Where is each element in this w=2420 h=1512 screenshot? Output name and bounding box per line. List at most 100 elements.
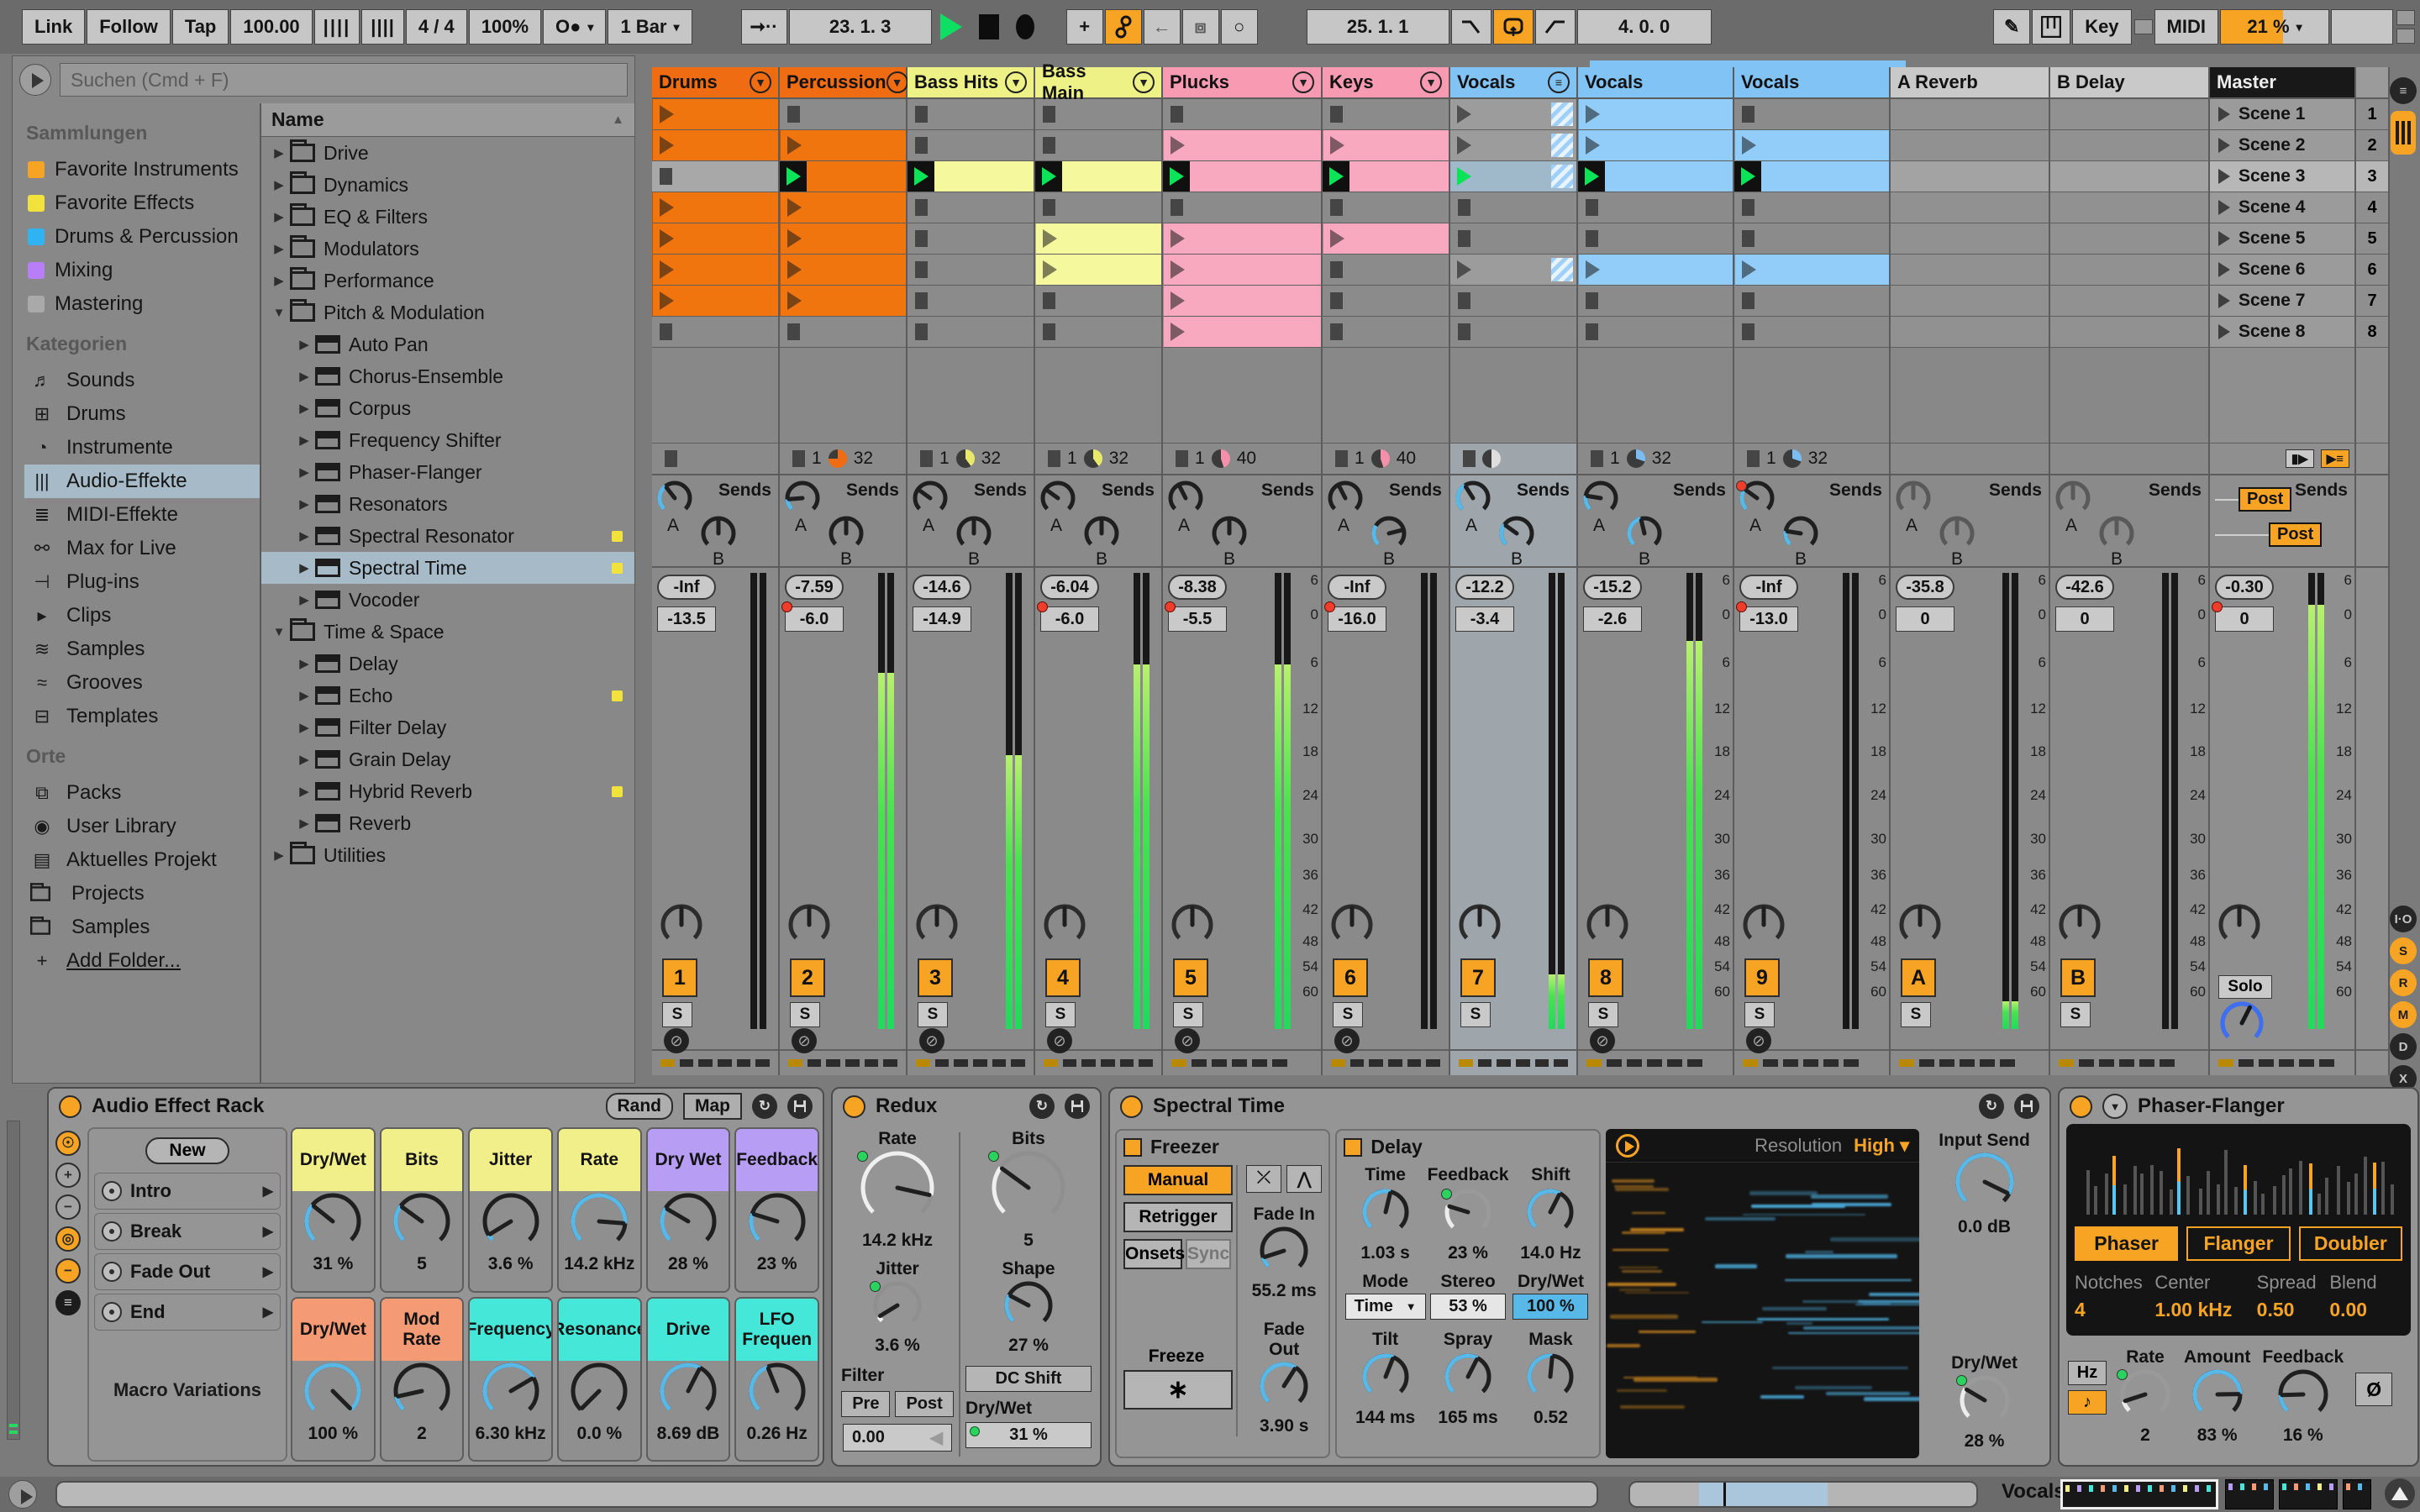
track-activator-button[interactable]: 9 [1744, 958, 1780, 997]
clip-slot[interactable] [652, 255, 778, 286]
clip-slot[interactable] [1450, 317, 1576, 348]
group-track-icon[interactable]: ≡ [1548, 71, 1570, 93]
solo-button[interactable]: S [1173, 1002, 1203, 1027]
clip-slot-playing[interactable] [1734, 161, 1889, 192]
sidebar-place-projects[interactable]: Projects [24, 877, 260, 911]
solo-button[interactable]: S [1460, 1002, 1491, 1027]
overview-visible-range[interactable] [1699, 1483, 1828, 1506]
peak-level-field[interactable]: -12.2 [1455, 575, 1514, 600]
clip-stop-button[interactable] [915, 137, 928, 154]
volume-field[interactable]: -6.0 [1040, 606, 1099, 632]
macro-value[interactable]: 5 [417, 1254, 427, 1274]
scene-launch-icon[interactable] [2218, 324, 2230, 339]
mixer-toggle-r[interactable]: R [2390, 969, 2417, 996]
clip-slot[interactable] [1035, 99, 1161, 130]
volume-field[interactable]: -2.6 [1583, 606, 1642, 632]
tree-item-corpus[interactable]: ▶ Corpus [261, 392, 634, 424]
tree-item-performance[interactable]: ▶ Performance [261, 265, 634, 297]
macro-value[interactable]: 100 % [308, 1424, 359, 1444]
clip-slot-playing[interactable] [1163, 161, 1321, 192]
expand-arrow-icon[interactable]: ▶ [293, 465, 315, 480]
peak-level-field[interactable]: -8.38 [1168, 575, 1227, 600]
tree-item-grain-delay[interactable]: ▶ Grain Delay [261, 743, 634, 775]
playing-clip-button[interactable] [1578, 161, 1605, 192]
nudge-down-icon[interactable]: |||| [313, 9, 360, 45]
scene-7[interactable]: Scene 7 [2210, 286, 2354, 317]
redux-drywet-field[interactable]: 31 % [965, 1422, 1092, 1448]
peak-level-field[interactable]: -6.04 [1040, 575, 1099, 600]
macro-knob-12[interactable] [747, 1361, 808, 1425]
clip-slot[interactable] [1578, 130, 1733, 161]
loop-start-field[interactable]: 25. 1. 1 [1306, 9, 1449, 45]
spectral-on-button[interactable] [1120, 1095, 1143, 1118]
clip-play-icon[interactable] [660, 105, 674, 123]
expand-arrow-icon[interactable]: ▶ [293, 720, 315, 735]
tree-item-filter-delay[interactable]: ▶ Filter Delay [261, 711, 634, 743]
tap-tempo-button[interactable]: Tap [171, 9, 229, 45]
clip-slot[interactable] [908, 286, 1034, 317]
track-activator-button[interactable]: 7 [1460, 958, 1496, 997]
clip-slot[interactable] [652, 192, 778, 223]
macro-name[interactable]: Rate [558, 1129, 640, 1191]
key-map-button[interactable]: Key [2072, 9, 2132, 45]
mixer-toggle-io[interactable]: I·O [2390, 906, 2417, 932]
clip-stop-button[interactable] [1330, 261, 1343, 278]
clip-slot[interactable] [1323, 255, 1449, 286]
input-send-knob[interactable] [1954, 1151, 2016, 1217]
clip-slot[interactable] [908, 317, 1034, 348]
tree-item-modulators[interactable]: ▶ Modulators [261, 233, 634, 265]
macro-variations-icon[interactable]: ☉ [55, 1131, 81, 1156]
macro-knob-2[interactable] [392, 1191, 452, 1256]
arm-button[interactable]: ⊘ [919, 1028, 944, 1053]
sidebar-category-audio-effekte[interactable]: ||| Audio-Effekte [24, 465, 260, 498]
track-activator-button[interactable]: 3 [918, 958, 953, 997]
tree-item-eq-filters[interactable]: ▶ EQ & Filters [261, 201, 634, 233]
mode-doubler-button[interactable]: Doubler [2298, 1226, 2402, 1261]
expand-arrow-icon[interactable]: ▶ [293, 433, 315, 448]
track-stop-button[interactable] [1463, 450, 1476, 467]
track-fold-icon[interactable]: ▼ [1133, 71, 1155, 93]
punch-in-button[interactable] [1450, 9, 1491, 45]
peak-level-field[interactable]: -7.59 [785, 575, 844, 600]
tree-item-spectral-time[interactable]: ▶ Spectral Time [261, 552, 634, 584]
snapshot-add-icon[interactable]: ◎ [55, 1226, 81, 1252]
track-stop-button[interactable] [792, 450, 805, 467]
track-stop-button[interactable] [920, 450, 933, 467]
collapse-arrow-icon[interactable]: ▼ [268, 306, 290, 320]
clip-stop-button[interactable] [787, 323, 800, 340]
track-activator-button[interactable]: A [1901, 958, 1936, 997]
expand-arrow-icon[interactable]: ▶ [268, 177, 290, 192]
stop-button[interactable] [978, 14, 999, 39]
macro-value[interactable]: 0.26 Hz [746, 1424, 807, 1444]
chain-list-icon[interactable]: ≡ [55, 1290, 81, 1315]
scene-6[interactable]: Scene 6 [2210, 255, 2354, 286]
sidebar-collection-mastering[interactable]: Mastering [24, 287, 260, 321]
clip-stop-button[interactable] [1458, 230, 1470, 247]
loop-length-field[interactable]: 4. 0. 0 [1576, 9, 1712, 45]
computer-midi-keyboard-button[interactable] [2032, 9, 2071, 45]
tree-item-time-space[interactable]: ▼ Time & Space [261, 616, 634, 648]
phaser-rate-knob[interactable] [2117, 1368, 2172, 1425]
freezer-manual-button[interactable]: Manual [1123, 1165, 1233, 1195]
track-stop-button[interactable] [1747, 450, 1760, 467]
macro-value[interactable]: 2 [417, 1424, 427, 1444]
redux-filter-freq-field[interactable]: 0.00 ◀ [843, 1424, 952, 1452]
clip-slot[interactable] [1450, 286, 1576, 317]
device-chain-thumbnail-3[interactable] [2279, 1479, 2338, 1509]
clip-slot[interactable] [1578, 255, 1733, 286]
volume-field[interactable]: -13.5 [657, 606, 716, 632]
tree-item-hybrid-reverb[interactable]: ▶ Hybrid Reverb [261, 775, 634, 807]
clip-play-icon[interactable] [660, 260, 674, 279]
scene-launch-icon[interactable] [2218, 138, 2230, 153]
clip-stop-button[interactable] [660, 323, 672, 340]
peak-level-field[interactable]: -35.8 [1896, 575, 1954, 600]
track-activator-button[interactable]: 1 [662, 958, 697, 997]
scene-number-3[interactable]: 3 [2356, 161, 2388, 192]
macro-name[interactable]: Bits [381, 1129, 463, 1191]
tree-item-dynamics[interactable]: ▶ Dynamics [261, 169, 634, 201]
clip-play-icon[interactable] [1171, 291, 1185, 310]
snapshot-remove-icon[interactable]: − [55, 1258, 81, 1284]
redux-shape-knob[interactable] [1002, 1279, 1055, 1336]
sidebar-category-samples[interactable]: ≋ Samples [24, 633, 260, 666]
rate-hz-button[interactable]: Hz [2068, 1361, 2107, 1385]
